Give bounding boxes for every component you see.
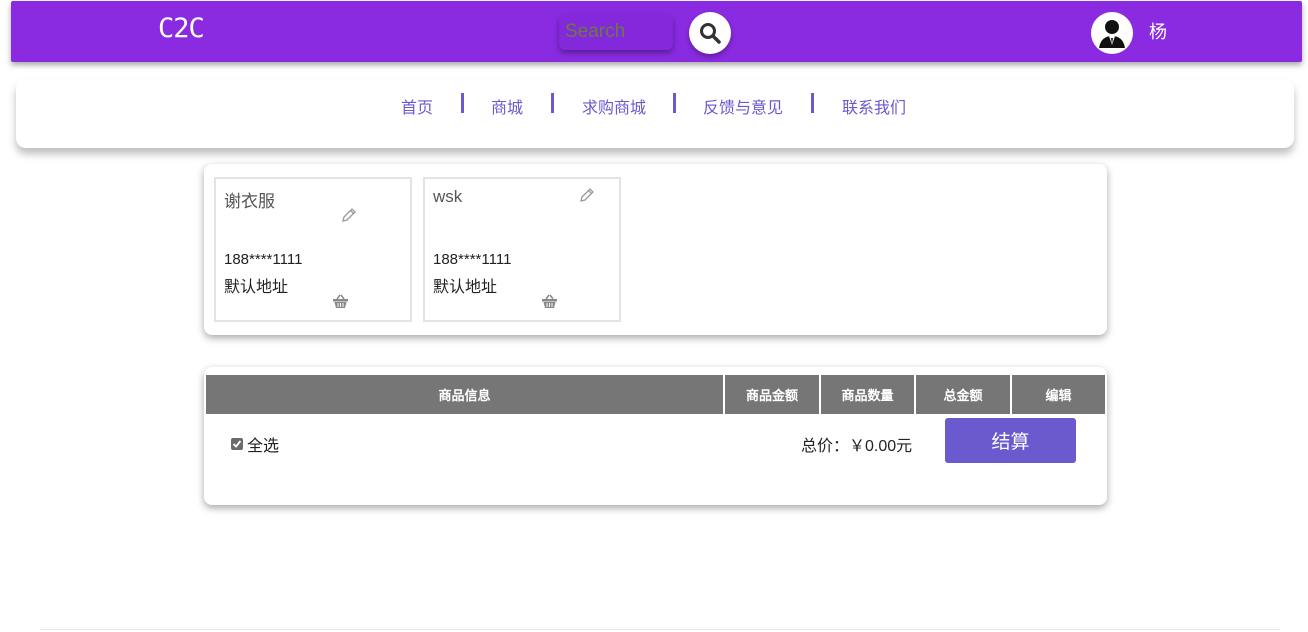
checkout-button[interactable]: 结算 <box>945 418 1076 463</box>
column-header-quantity: 商品数量 <box>821 375 914 414</box>
nav-item-purchase-mall[interactable]: 求购商城 <box>582 94 646 118</box>
basket-icon[interactable] <box>541 294 558 309</box>
nav-item-contact[interactable]: 联系我们 <box>842 94 906 118</box>
default-address-label: 默认地址 <box>224 279 289 296</box>
default-address-label: 默认地址 <box>433 279 498 296</box>
nav-divider <box>811 93 814 113</box>
pencil-icon[interactable] <box>578 186 596 204</box>
nav-item-mall[interactable]: 商城 <box>491 94 523 118</box>
search-icon <box>700 23 721 44</box>
nav-divider <box>551 93 554 113</box>
nav-item-home[interactable]: 首页 <box>401 94 433 118</box>
total-price: 总价：￥0.00元 <box>801 438 913 455</box>
user-avatar-icon <box>1099 20 1125 48</box>
username[interactable]: 杨 <box>1149 18 1167 44</box>
pencil-icon[interactable] <box>340 206 358 224</box>
nav-divider <box>673 93 676 113</box>
search-button[interactable] <box>689 12 731 54</box>
address-name: wsk <box>433 187 463 206</box>
checkmark-icon <box>232 440 242 448</box>
address-phone: 188****1111 <box>433 251 512 268</box>
column-header-edit: 编辑 <box>1012 375 1105 414</box>
nav-item-feedback[interactable]: 反馈与意见 <box>703 94 783 118</box>
site-logo[interactable]: C2C <box>158 13 205 44</box>
select-all-checkbox[interactable] <box>231 438 243 450</box>
address-card[interactable]: wsk 188****1111 默认地址 <box>423 177 621 322</box>
address-phone: 188****1111 <box>224 251 303 268</box>
column-header-total: 总金额 <box>916 375 1010 414</box>
column-header-product-info: 商品信息 <box>206 375 723 414</box>
user-avatar[interactable] <box>1091 12 1133 54</box>
address-card[interactable]: 谢衣服 188****1111 默认地址 <box>214 177 412 322</box>
select-all-label: 全选 <box>247 438 280 455</box>
footer-divider <box>40 629 1280 630</box>
column-header-unit-price: 商品金额 <box>725 375 819 414</box>
basket-icon[interactable] <box>332 294 349 309</box>
select-all[interactable]: 全选 <box>231 432 279 456</box>
address-name: 谢衣服 <box>224 192 275 211</box>
main-nav <box>16 79 1294 148</box>
search-input[interactable] <box>559 14 673 50</box>
nav-divider <box>461 93 464 113</box>
